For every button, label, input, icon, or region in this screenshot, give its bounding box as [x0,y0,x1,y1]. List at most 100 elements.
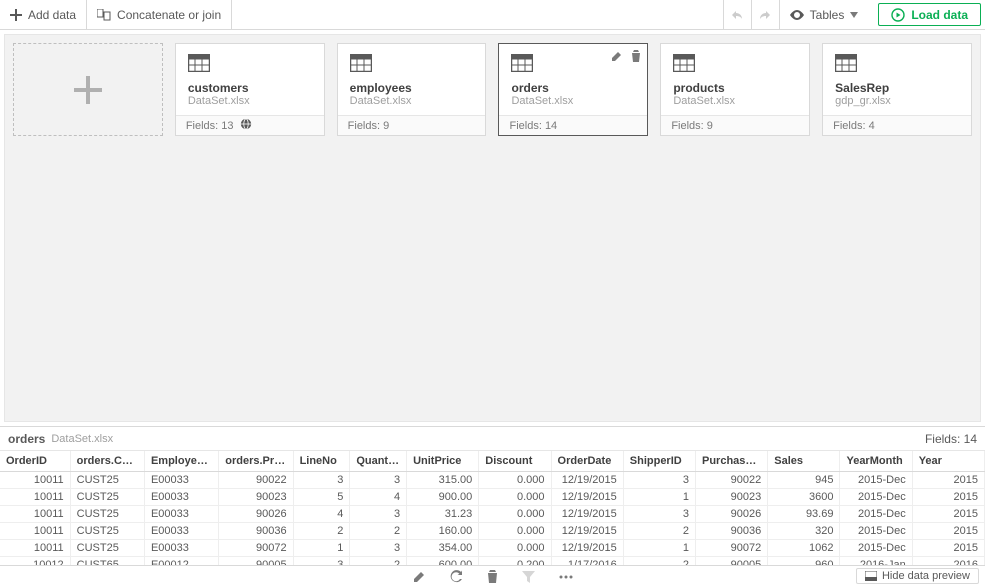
col-header[interactable]: OrderID [0,451,70,472]
col-header[interactable]: UnitPrice [407,451,479,472]
table-card-orders[interactable]: ordersDataSet.xlsxFields: 14 [498,43,648,136]
card-title: employees [350,81,474,95]
pencil-icon[interactable] [611,50,623,65]
cell: 3 [350,472,407,489]
col-header[interactable]: Discount [479,451,551,472]
cell: 90022 [696,472,768,489]
hide-preview-label: Hide data preview [882,570,970,582]
col-header[interactable]: ShipperID [623,451,695,472]
more-action[interactable] [559,575,573,579]
table-row[interactable]: 10011CUST25E00033900264331.230.00012/19/… [0,506,985,523]
cell: 2015 [912,540,984,557]
table-card-SalesRep[interactable]: SalesRepgdp_gr.xlsxFields: 4 [822,43,972,136]
cell: 90022 [219,472,293,489]
cell: 90026 [696,506,768,523]
cell: 2 [623,523,695,540]
table-row[interactable]: 10011CUST25E000339003622160.000.00012/19… [0,523,985,540]
load-data-button[interactable]: Load data [878,3,981,26]
col-header[interactable]: LineNo [293,451,350,472]
card-footer: Fields: 13 [176,115,324,135]
card-title: customers [188,81,312,95]
cell: 3 [350,540,407,557]
col-header[interactable]: OrderDate [551,451,623,472]
col-header[interactable]: EmployeeKey [144,451,218,472]
cell: 1 [293,540,350,557]
col-header[interactable]: orders.Cust… [70,451,144,472]
delete-action[interactable] [487,570,498,583]
view-tables-dropdown[interactable]: Tables [779,0,875,29]
table-card-customers[interactable]: customersDataSet.xlsx Fields: 13 [175,43,325,136]
cell: E00033 [144,523,218,540]
cell: 354.00 [407,540,479,557]
cell: CUST25 [70,506,144,523]
hide-preview-button[interactable]: Hide data preview [856,568,979,584]
cell: 2015-Dec [840,472,912,489]
cell: E00033 [144,540,218,557]
panel-icon [865,571,877,581]
col-header[interactable]: Quantity [350,451,407,472]
col-header[interactable]: Sales [768,451,840,472]
eye-icon [790,10,804,20]
cell: CUST25 [70,540,144,557]
cell: 600.00 [407,557,479,566]
table-icon [673,54,797,75]
table-row[interactable]: 10011CUST25E000339007213354.000.00012/19… [0,540,985,557]
col-header[interactable]: Year [912,451,984,472]
cell: 90026 [219,506,293,523]
cell: E00012 [144,557,218,566]
cell: 12/19/2015 [551,472,623,489]
cell: 960 [768,557,840,566]
redo-button[interactable] [751,0,779,29]
data-canvas: customersDataSet.xlsxFields: 13employees… [4,34,981,422]
card-subtitle: DataSet.xlsx [673,95,797,107]
refresh-action[interactable] [450,570,463,583]
cell: 90023 [219,489,293,506]
cell: 315.00 [407,472,479,489]
edit-action[interactable] [413,570,426,583]
cell: 0.000 [479,523,551,540]
cell: 12/19/2015 [551,540,623,557]
cell: 2015-Dec [840,523,912,540]
plus-large-icon [74,76,102,104]
col-header[interactable]: orders.Prod… [219,451,293,472]
chevron-down-icon [850,12,858,18]
card-subtitle: DataSet.xlsx [188,95,312,107]
cell: 2016-Jan [840,557,912,566]
card-title: orders [511,81,635,95]
cell: 900.00 [407,489,479,506]
cell: 3600 [768,489,840,506]
cell: 90023 [696,489,768,506]
pencil-icon [413,570,426,583]
concat-button[interactable]: Concatenate or join [87,0,232,29]
filter-icon [522,571,535,583]
cell: E00033 [144,472,218,489]
preview-grid: OrderIDorders.Cust…EmployeeKeyorders.Pro… [0,450,985,565]
undo-button[interactable] [723,0,751,29]
cell: CUST25 [70,489,144,506]
cell: 90036 [219,523,293,540]
preview-subtitle: DataSet.xlsx [51,433,113,445]
more-icon [559,575,573,579]
trash-icon[interactable] [631,50,641,65]
cell: 10011 [0,506,70,523]
col-header[interactable]: YearMonth [840,451,912,472]
concat-label: Concatenate or join [117,8,221,22]
table-row[interactable]: 10012CUST65E000129000532600.000.2001/17/… [0,557,985,566]
concat-icon [97,9,111,21]
card-footer: Fields: 9 [661,115,809,135]
add-data-button[interactable]: Add data [0,0,87,29]
cell: 0.200 [479,557,551,566]
table-row[interactable]: 10011CUST25E000339002233315.000.00012/19… [0,472,985,489]
table-card-employees[interactable]: employeesDataSet.xlsxFields: 9 [337,43,487,136]
preview-header: orders DataSet.xlsx Fields: 14 [0,426,985,450]
table-row[interactable]: 10011CUST25E000339002354900.000.00012/19… [0,489,985,506]
cell: 4 [350,489,407,506]
cell: 2016 [912,557,984,566]
table-icon [188,54,312,75]
add-card-placeholder[interactable] [13,43,163,136]
cell: 2 [623,557,695,566]
card-title: products [673,81,797,95]
col-header[interactable]: PurchasedP… [696,451,768,472]
table-card-products[interactable]: productsDataSet.xlsx Fields: 9 [660,43,810,136]
cell: 2 [350,523,407,540]
